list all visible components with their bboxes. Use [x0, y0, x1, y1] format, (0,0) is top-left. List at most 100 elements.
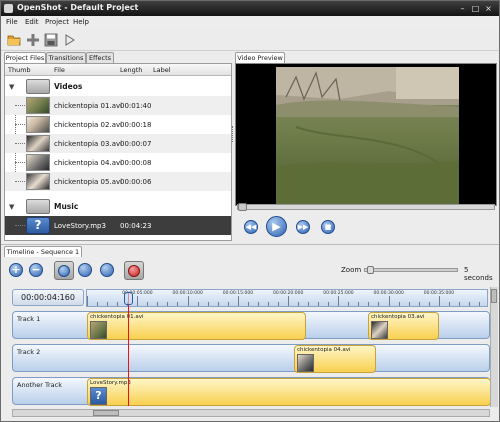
question-mark-icon: ? — [26, 217, 50, 234]
ruler-tick — [157, 302, 159, 306]
tab-video-preview[interactable]: Video Preview — [235, 52, 285, 63]
folder-row-videos[interactable]: ▼ Videos — [5, 77, 231, 96]
tab-project-files[interactable]: Project Files — [4, 52, 46, 63]
seek-handle[interactable] — [238, 203, 247, 211]
track-row[interactable]: Track 1 chickentopia 01.avi chickentopia… — [12, 311, 490, 340]
column-length[interactable]: Length — [120, 66, 142, 74]
collapse-arrow-icon[interactable]: ▼ — [9, 203, 14, 211]
zoom-slider-handle[interactable] — [367, 266, 374, 274]
openshot-logo-icon — [4, 4, 13, 13]
snap-tool-button[interactable] — [124, 261, 144, 280]
scroll-thumb[interactable] — [491, 289, 497, 303]
menu-file[interactable]: File — [6, 18, 18, 26]
toolbar — [1, 29, 499, 51]
track-name: Track 1 — [17, 315, 41, 323]
column-file[interactable]: File — [54, 66, 65, 74]
tab-transitions[interactable]: Transitions — [46, 52, 86, 63]
video-thumbnail — [26, 116, 50, 133]
tree-line — [15, 225, 25, 226]
save-icon[interactable] — [44, 33, 58, 47]
play-icon[interactable] — [63, 33, 77, 47]
pane-splitter[interactable] — [232, 126, 234, 142]
ruler-tick-label: 00:00:25:000 — [323, 291, 354, 296]
scroll-thumb[interactable] — [93, 410, 119, 416]
close-icon[interactable]: × — [484, 4, 493, 13]
minimize-icon[interactable]: – — [458, 4, 467, 13]
clip-name: chickentopia 04.avi — [297, 347, 351, 353]
column-thumb[interactable]: Thumb — [8, 66, 31, 74]
ruler-tick — [147, 302, 149, 306]
clip-thumbnail — [297, 354, 314, 372]
timeline-ruler[interactable]: 00:00:05:000 00:00:10:000 00:00:15:000 00:0… — [86, 289, 488, 307]
timeline-clip[interactable]: chickentopia 03.avi — [368, 312, 439, 340]
add-track-button[interactable]: + — [9, 263, 23, 277]
ruler-tick — [137, 296, 139, 306]
list-item[interactable]: chickentopia 04.avi 00:00:08 — [5, 153, 231, 172]
track-row[interactable]: Track 2 chickentopia 04.avi — [12, 344, 490, 373]
rewind-button[interactable]: ◀◀ — [244, 220, 258, 234]
timeline-clip[interactable]: LoveStory.mp3 ? — [87, 378, 491, 406]
select-tool-button[interactable] — [54, 261, 74, 280]
ruler-tick — [328, 302, 330, 306]
list-item[interactable]: chickentopia 03.avi 00:00:07 — [5, 134, 231, 153]
list-item[interactable]: chickentopia 02.avi 00:00:18 — [5, 115, 231, 134]
collapse-arrow-icon[interactable]: ▼ — [9, 83, 14, 91]
ruler-tick — [247, 302, 249, 306]
list-item[interactable]: chickentopia 01.avi 00:01:40 — [5, 96, 231, 115]
tab-effects[interactable]: Effects — [86, 52, 114, 63]
tree-line — [15, 162, 25, 163]
menu-edit[interactable]: Edit — [25, 18, 39, 26]
file-length: 00:00:08 — [120, 159, 152, 167]
track-row[interactable]: Another Track LoveStory.mp3 ? — [12, 377, 491, 406]
video-preview — [235, 63, 497, 206]
cut-tool-button[interactable] — [78, 263, 92, 277]
ruler-tick — [277, 302, 279, 306]
timeline-clip[interactable]: chickentopia 01.avi — [87, 312, 306, 340]
ruler-tick-label: 00:00:10:000 — [172, 291, 203, 296]
file-name: chickentopia 02.avi — [54, 121, 123, 129]
tab-timeline[interactable]: Timeline - Sequence 1 — [4, 246, 82, 257]
timeline-clip[interactable]: chickentopia 04.avi — [294, 345, 376, 373]
ruler-tick-label: 00:00:15:000 — [222, 291, 254, 296]
ruler-tick — [197, 302, 199, 306]
file-name: LoveStory.mp3 — [54, 222, 106, 230]
menu-help[interactable]: Help — [73, 18, 89, 26]
open-folder-icon[interactable] — [7, 33, 21, 47]
ruler-tick — [227, 302, 229, 306]
column-label[interactable]: Label — [153, 66, 171, 74]
ruler-tick-label: 00:00:30:000 — [373, 291, 404, 296]
stop-button[interactable]: ■ — [321, 220, 335, 234]
ruler-tick — [87, 296, 88, 306]
ruler-tick — [187, 296, 189, 306]
folder-icon — [26, 79, 50, 94]
clip-name: chickentopia 03.avi — [371, 314, 425, 320]
ruler-tick — [217, 302, 219, 306]
playhead-handle[interactable] — [124, 292, 133, 305]
play-button[interactable]: ▶ — [266, 216, 287, 237]
ruler-tick — [418, 302, 420, 306]
list-item[interactable]: ? LoveStory.mp3 00:04:23 — [5, 216, 231, 235]
vertical-scrollbar[interactable] — [490, 287, 498, 407]
folder-row-music[interactable]: ▼ Music — [5, 197, 231, 216]
clip-thumbnail — [90, 321, 107, 339]
remove-track-button[interactable]: − — [29, 263, 43, 277]
list-item[interactable]: chickentopia 05.avi 00:00:06 — [5, 172, 231, 191]
horizontal-scrollbar[interactable] — [12, 409, 490, 417]
app-window: OpenShot - Default Project – □ × File Ed… — [0, 0, 500, 422]
file-name: chickentopia 01.avi — [54, 102, 123, 110]
add-files-icon[interactable] — [26, 33, 40, 47]
ruler-tick — [207, 302, 209, 306]
maximize-icon[interactable]: □ — [471, 4, 480, 13]
ruler-tick — [338, 296, 340, 306]
file-name: chickentopia 03.avi — [54, 140, 123, 148]
zoom-slider[interactable] — [364, 268, 458, 272]
column-header: Thumb File Length Label — [5, 64, 231, 76]
preview-seek-bar[interactable] — [237, 204, 495, 210]
resize-tool-button[interactable] — [100, 263, 114, 277]
ruler-tick — [257, 302, 259, 306]
ruler-tick — [348, 302, 350, 306]
menu-project[interactable]: Project — [45, 18, 69, 26]
fast-forward-button[interactable]: ▶▶ — [296, 220, 310, 234]
ruler-tick — [237, 296, 239, 306]
window-title: OpenShot - Default Project — [17, 3, 139, 12]
